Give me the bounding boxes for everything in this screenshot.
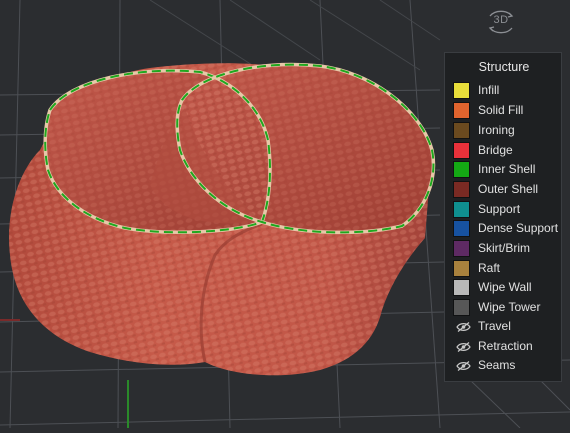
legend-title: Structure xyxy=(478,60,530,74)
legend-label-support: Support xyxy=(478,202,521,216)
legend-label-wipe-tower: Wipe Tower xyxy=(478,300,541,314)
legend-item-infill[interactable]: Infill xyxy=(453,81,561,100)
toggle-label-retraction: Retraction xyxy=(478,339,533,353)
legend-item-outer-shell[interactable]: Outer Shell xyxy=(453,180,561,199)
legend-label-ironing: Ironing xyxy=(478,123,515,137)
legend-item-dense-support[interactable]: Dense Support xyxy=(453,219,561,238)
toggle-seams[interactable]: Seams xyxy=(453,356,561,375)
legend-label-bridge: Bridge xyxy=(478,143,513,157)
3d-viewport[interactable]: 3D Structure Infill Solid Fill Ironing B… xyxy=(0,0,570,429)
legend-label-skirt-brim: Skirt/Brim xyxy=(478,241,530,255)
view-toggle-label: 3D xyxy=(493,14,509,26)
toggle-label-seams: Seams xyxy=(478,358,516,372)
view-3d-toggle[interactable]: 3D xyxy=(484,8,518,36)
legend-item-inner-shell[interactable]: Inner Shell xyxy=(453,160,561,179)
legend-item-solid-fill[interactable]: Solid Fill xyxy=(453,101,561,120)
solid-fill-color-swatch xyxy=(453,102,470,119)
outer-shell-color-swatch xyxy=(453,181,470,198)
bridge-color-swatch xyxy=(453,142,470,159)
legend-item-skirt-brim[interactable]: Skirt/Brim xyxy=(453,239,561,258)
legend-item-wipe-tower[interactable]: Wipe Tower xyxy=(453,298,561,317)
structure-legend: Structure Infill Solid Fill Ironing Brid… xyxy=(444,52,562,382)
ironing-color-swatch xyxy=(453,122,470,139)
dense-support-color-swatch xyxy=(453,220,470,237)
inner-shell-color-swatch xyxy=(453,161,470,178)
model-mesh xyxy=(9,62,436,376)
toggle-travel[interactable]: Travel xyxy=(453,317,561,336)
skirt-brim-color-swatch xyxy=(453,240,470,257)
legend-item-raft[interactable]: Raft xyxy=(453,259,561,278)
raft-color-swatch xyxy=(453,260,470,277)
support-color-swatch xyxy=(453,201,470,218)
legend-label-infill: Infill xyxy=(478,83,500,97)
eye-hidden-icon xyxy=(456,342,471,352)
legend-label-raft: Raft xyxy=(478,261,501,275)
wipe-tower-color-swatch xyxy=(453,299,470,316)
legend-item-support[interactable]: Support xyxy=(453,200,561,219)
legend-label-dense-support: Dense Support xyxy=(478,221,559,235)
toggle-label-travel: Travel xyxy=(478,319,511,333)
infill-color-swatch xyxy=(453,82,470,99)
legend-item-ironing[interactable]: Ironing xyxy=(453,121,561,140)
legend-label-outer-shell: Outer Shell xyxy=(478,182,539,196)
legend-item-bridge[interactable]: Bridge xyxy=(453,141,561,160)
eye-hidden-icon xyxy=(456,361,471,371)
toggle-retraction[interactable]: Retraction xyxy=(453,337,561,356)
legend-label-inner-shell: Inner Shell xyxy=(478,162,536,176)
legend-label-solid-fill: Solid Fill xyxy=(478,103,524,117)
eye-hidden-icon xyxy=(456,322,471,332)
legend-item-wipe-wall[interactable]: Wipe Wall xyxy=(453,278,561,297)
legend-label-wipe-wall: Wipe Wall xyxy=(478,280,532,294)
wipe-wall-color-swatch xyxy=(453,279,470,296)
